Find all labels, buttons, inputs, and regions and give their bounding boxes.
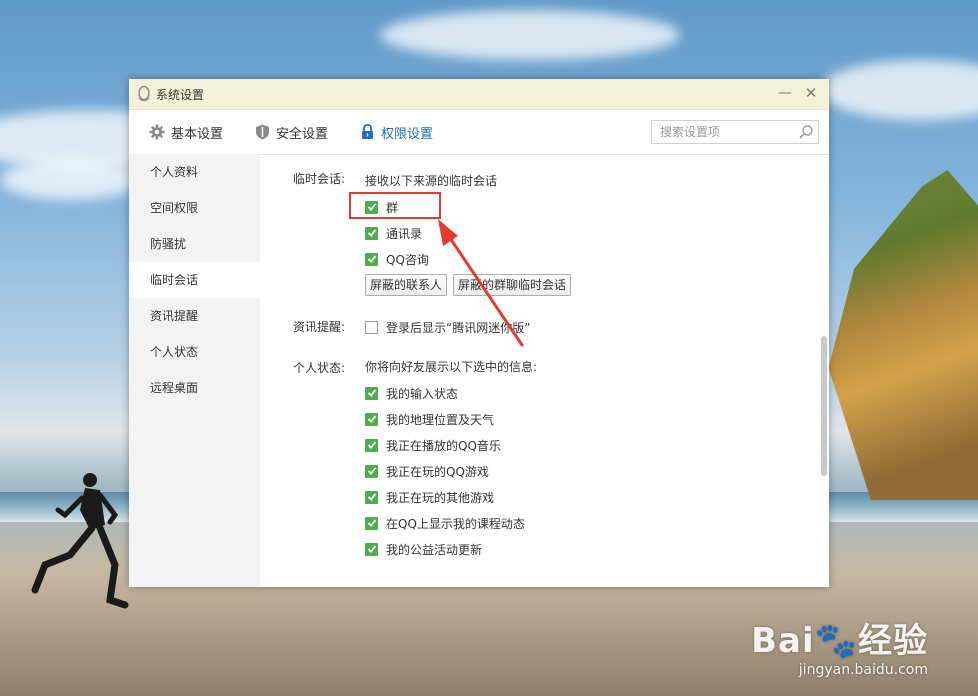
tab-label: 安全设置 xyxy=(276,126,329,142)
tab-security-settings[interactable]: 安全设置 xyxy=(255,110,328,154)
option-label: 在QQ上显示我的课程动态 xyxy=(386,516,525,531)
blocked-contacts-button[interactable]: 屏蔽的联系人 xyxy=(365,274,448,296)
cloud xyxy=(380,10,680,60)
checkbox-checked[interactable] xyxy=(365,226,378,240)
section-heading: 你将向好友展示以下选中的信息: xyxy=(365,359,538,374)
checkmark-icon xyxy=(367,519,376,527)
option-label: 我正在播放的QQ音乐 xyxy=(386,438,501,453)
sidebar-item-remote-desktop[interactable]: 远程桌面 xyxy=(129,370,260,406)
close-button[interactable]: ✕ xyxy=(803,85,819,101)
watermark-logo: Bai🐾经验 xyxy=(751,621,928,661)
option-label: 我正在玩的其他游戏 xyxy=(386,490,495,505)
option-input-status[interactable]: 我的输入状态 xyxy=(365,380,765,406)
title-bar[interactable]: 系统设置 — ✕ xyxy=(129,79,829,110)
option-course-activity[interactable]: 在QQ上显示我的课程动态 xyxy=(365,510,765,536)
option-contacts[interactable]: 通讯录 xyxy=(365,220,765,246)
tab-permission-settings[interactable]: 权限设置 xyxy=(360,110,433,154)
watermark-url: jingyan.baidu.com xyxy=(798,662,928,678)
settings-search-box xyxy=(651,120,819,144)
checkbox-checked[interactable] xyxy=(365,252,378,266)
settings-tab-bar: 基本设置 安全设置 权限设置 xyxy=(129,110,829,155)
cloud xyxy=(0,160,140,200)
content-scrollbar[interactable] xyxy=(819,154,829,587)
checkbox-checked[interactable] xyxy=(365,412,378,426)
checkbox-unchecked[interactable] xyxy=(365,320,378,334)
checkmark-icon xyxy=(367,493,376,501)
checkbox-checked[interactable] xyxy=(365,464,378,478)
sidebar-item-space-permission[interactable]: 空间权限 xyxy=(129,190,260,226)
section-label: 资讯提醒: xyxy=(293,320,346,334)
option-label: 我正在玩的QQ游戏 xyxy=(386,464,489,479)
sidebar-item-personal-status[interactable]: 个人状态 xyxy=(129,334,260,370)
option-mini-news[interactable]: 登录后显示“腾讯网迷你版” xyxy=(365,314,765,340)
checkmark-icon xyxy=(367,545,376,553)
search-input[interactable] xyxy=(658,122,798,142)
checkbox-checked[interactable] xyxy=(365,438,378,452)
option-label: 我的地理位置及天气 xyxy=(386,412,495,427)
option-qq-game[interactable]: 我正在玩的QQ游戏 xyxy=(365,458,765,484)
checkbox-checked[interactable] xyxy=(365,490,378,504)
lock-icon xyxy=(362,124,374,139)
checkmark-icon xyxy=(367,467,376,475)
window-title: 系统设置 xyxy=(156,87,205,102)
baidu-watermark: Bai🐾经验 jingyan.baidu.com xyxy=(751,613,928,678)
checkmark-icon xyxy=(367,255,376,263)
settings-body: 个人资料 空间权限 防骚扰 临时会话 资讯提醒 个人状态 远程桌面 临时会话: … xyxy=(129,154,829,587)
settings-sidebar: 个人资料 空间权限 防骚扰 临时会话 资讯提醒 个人状态 远程桌面 xyxy=(129,154,260,587)
option-label: 登录后显示“腾讯网迷你版” xyxy=(386,320,531,335)
checkbox-checked[interactable] xyxy=(365,516,378,530)
option-label: 我的输入状态 xyxy=(386,386,459,401)
checkbox-checked[interactable] xyxy=(365,542,378,556)
section-heading: 接收以下来源的临时会话 xyxy=(365,173,498,188)
qq-penguin-icon xyxy=(138,86,150,102)
section-label: 个人状态: xyxy=(293,361,346,375)
option-label: 通讯录 xyxy=(386,226,423,241)
option-label: 我的公益活动更新 xyxy=(386,542,483,557)
sidebar-item-profile[interactable]: 个人资料 xyxy=(129,154,260,190)
checkmark-icon xyxy=(367,389,376,397)
checkmark-icon xyxy=(367,415,376,423)
settings-content: 临时会话: 接收以下来源的临时会话 群 通讯录 QQ咨询 屏蔽的联系人 屏蔽的群… xyxy=(260,154,829,587)
cloud xyxy=(820,60,978,120)
tab-label: 权限设置 xyxy=(381,126,434,142)
option-other-game[interactable]: 我正在玩的其他游戏 xyxy=(365,484,765,510)
checkmark-icon xyxy=(367,441,376,449)
checkmark-icon xyxy=(367,229,376,237)
scrollbar-thumb[interactable] xyxy=(821,336,827,476)
annotation-highlight-box xyxy=(349,192,441,219)
option-qq-music[interactable]: 我正在播放的QQ音乐 xyxy=(365,432,765,458)
minimize-button[interactable]: — xyxy=(777,85,793,101)
tab-label: 基本设置 xyxy=(171,126,224,142)
gear-icon xyxy=(149,124,165,140)
sidebar-item-temp-chat[interactable]: 临时会话 xyxy=(129,262,260,298)
shield-icon xyxy=(256,124,270,140)
option-charity-updates[interactable]: 我的公益活动更新 xyxy=(365,536,765,562)
section-label: 临时会话: xyxy=(293,172,346,186)
blocked-group-chat-button[interactable]: 屏蔽的群聊临时会话 xyxy=(453,274,572,296)
search-icon[interactable] xyxy=(798,124,814,140)
option-qq-consult[interactable]: QQ咨询 xyxy=(365,246,765,272)
cliff-rock xyxy=(828,170,978,500)
runner-silhouette xyxy=(31,473,129,609)
option-label: QQ咨询 xyxy=(386,252,429,267)
sidebar-item-news-reminder[interactable]: 资讯提醒 xyxy=(129,298,260,334)
system-settings-window: 系统设置 — ✕ 基本设置 安全设置 权限设置 搜索设置项 个人资料 空间权限 … xyxy=(129,79,829,587)
sidebar-item-anti-harassment[interactable]: 防骚扰 xyxy=(129,226,260,262)
tab-basic-settings[interactable]: 基本设置 xyxy=(149,110,223,154)
option-location-weather[interactable]: 我的地理位置及天气 xyxy=(365,406,765,432)
checkbox-checked[interactable] xyxy=(365,386,378,400)
